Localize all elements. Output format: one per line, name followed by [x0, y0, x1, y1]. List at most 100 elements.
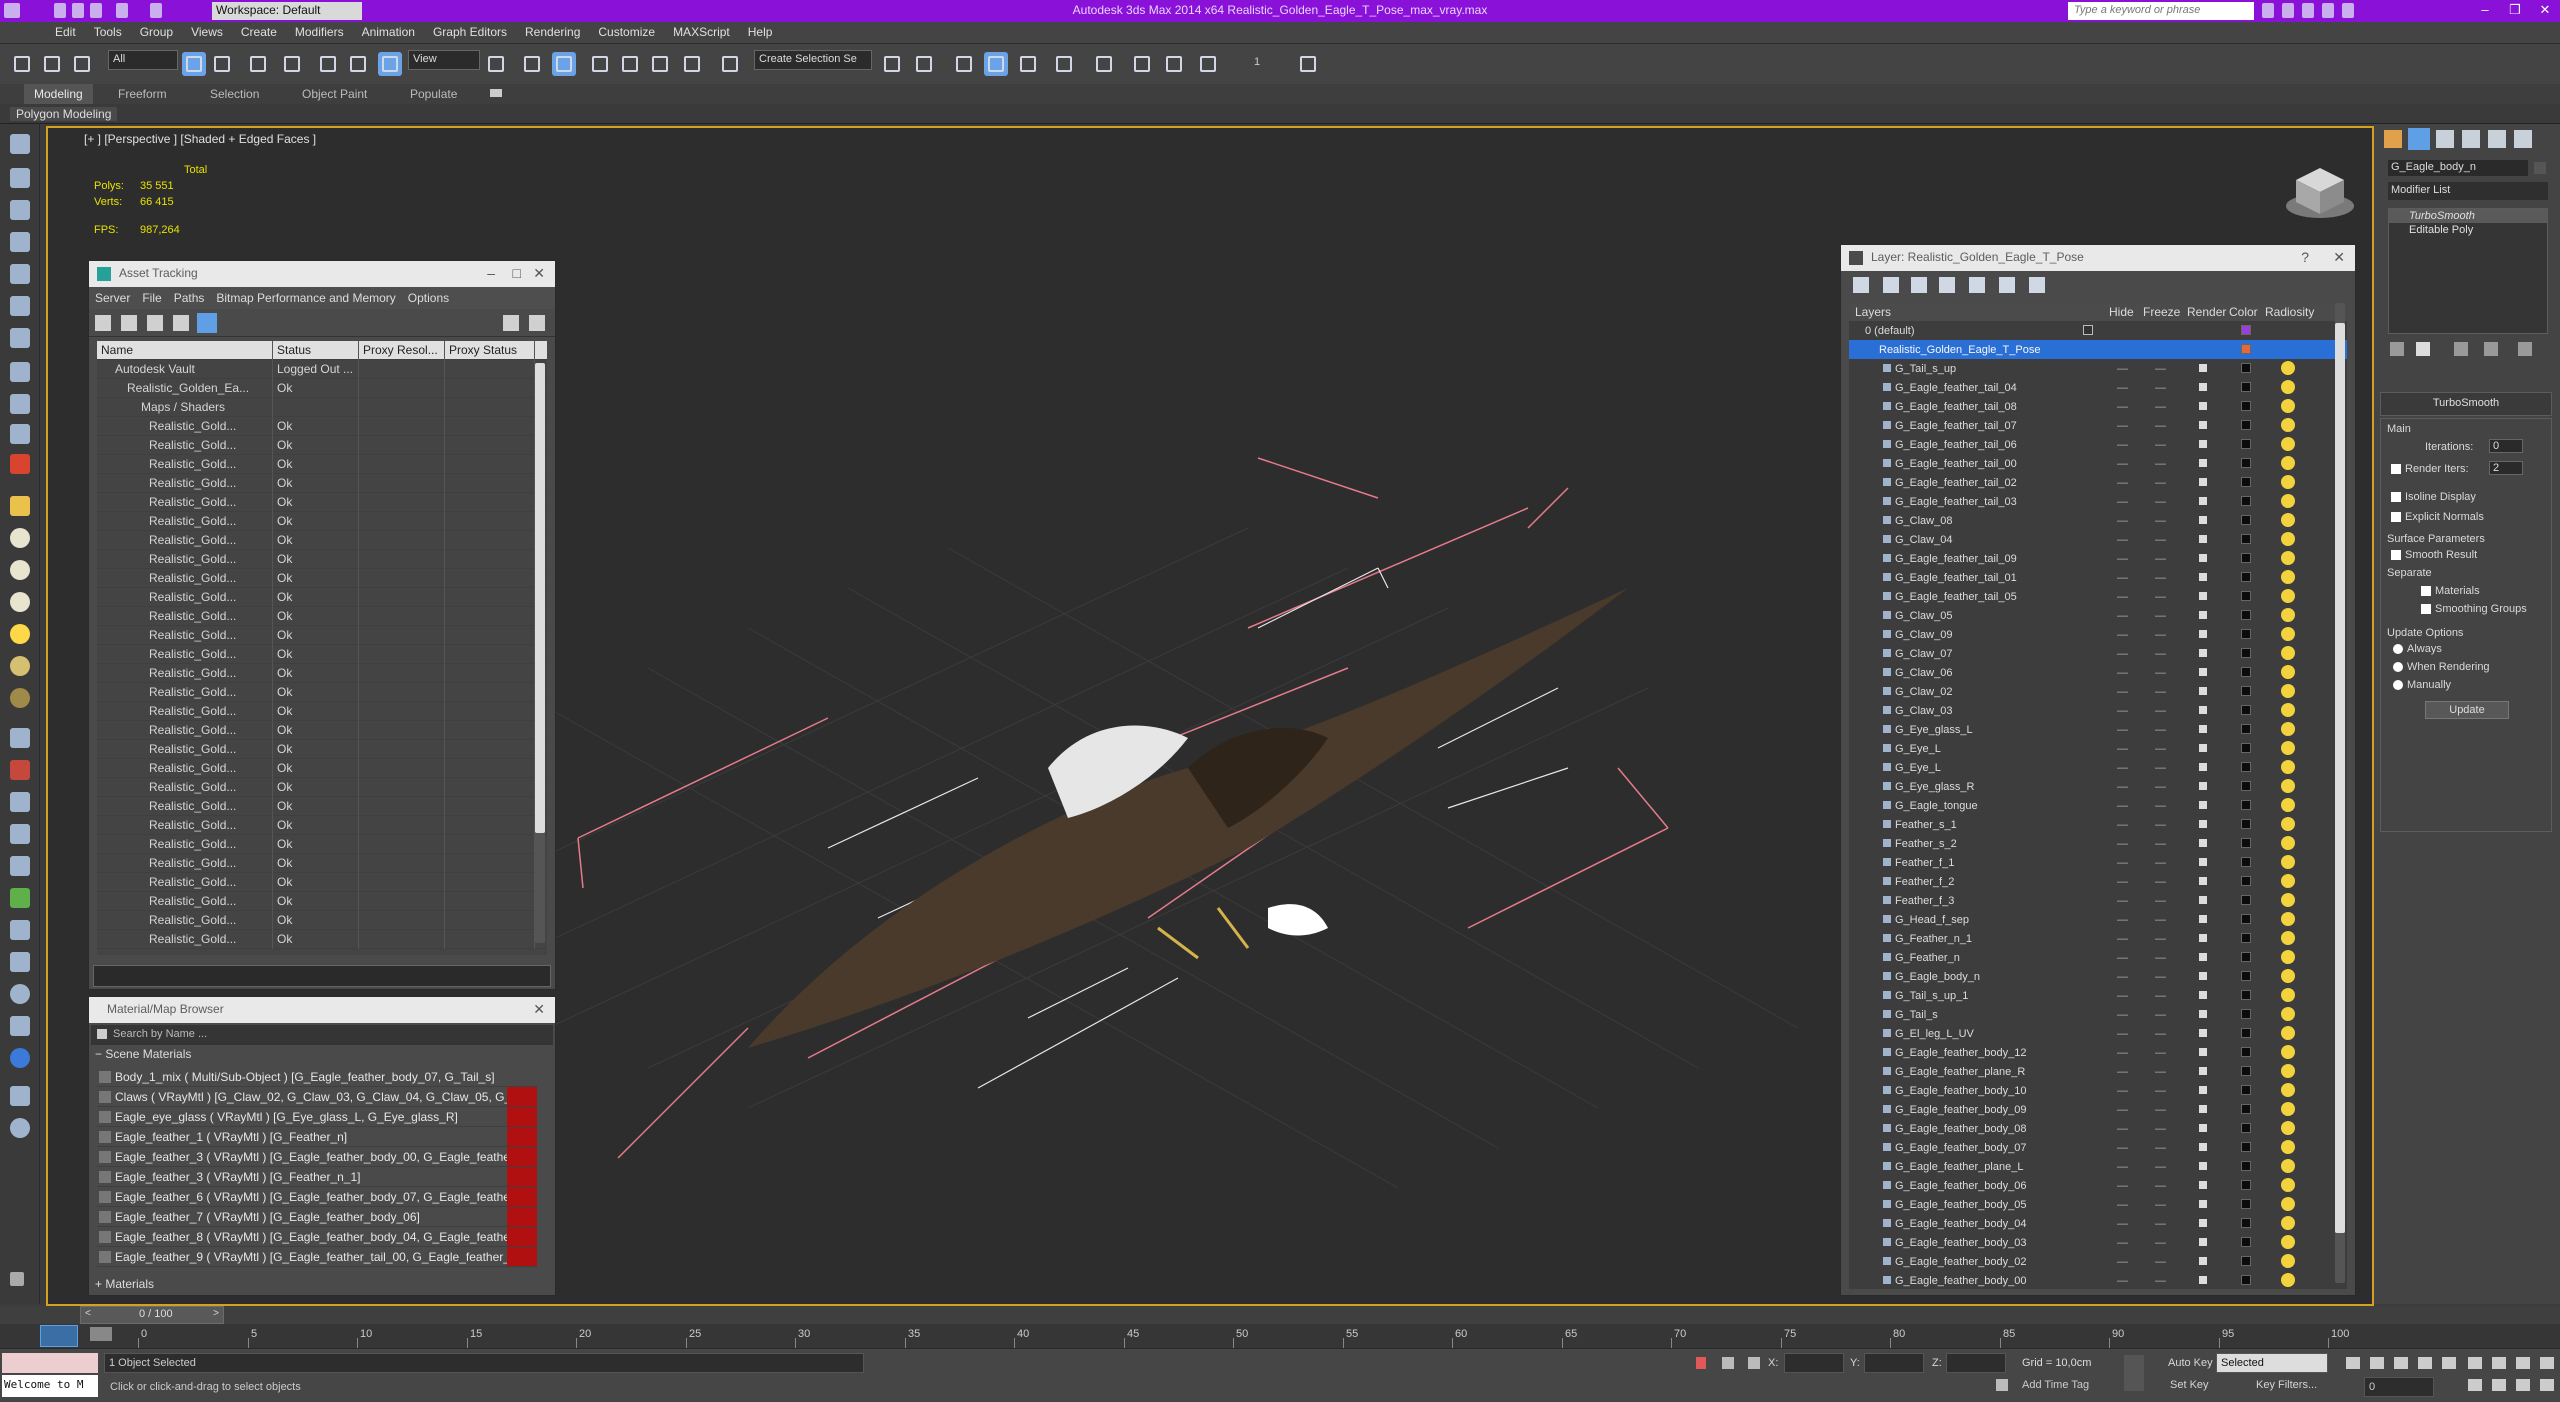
freeze-toggle[interactable]: — — [2155, 800, 2166, 812]
layer-object-row[interactable]: G_Tail_s_up_1 — — — [1849, 986, 2347, 1005]
layer-default[interactable]: 0 (default) — [1849, 321, 2347, 340]
hide-toggle[interactable]: — — [2117, 762, 2128, 774]
freeze-toggle[interactable]: — — [2155, 496, 2166, 508]
layer-color-swatch[interactable] — [2241, 344, 2251, 354]
asset-row[interactable]: Realistic_Gold... Ok — [97, 929, 547, 949]
asset-row[interactable]: Realistic_Gold... Ok — [97, 606, 547, 626]
freeze-toggle[interactable]: — — [2155, 629, 2166, 641]
render-toggle-icon[interactable] — [2199, 744, 2207, 752]
column-status[interactable]: Status — [273, 341, 359, 360]
asset-tracking-header[interactable]: Asset Tracking – □ ✕ — [89, 261, 555, 287]
maximize-icon[interactable]: □ — [513, 265, 521, 281]
hide-toggle[interactable]: — — [2117, 857, 2128, 869]
render-toggle-icon[interactable] — [2199, 554, 2207, 562]
list-view-icon[interactable] — [121, 315, 137, 331]
details-view-icon[interactable] — [197, 313, 217, 333]
material-item[interactable]: Eagle_feather_7 ( VRayMtl ) [G_Eagle_fea… — [97, 1207, 537, 1227]
render-toggle-icon[interactable] — [2199, 478, 2207, 486]
radiosity-icon[interactable] — [2281, 1273, 2295, 1287]
asset-row[interactable]: Autodesk Vault Logged Out ... — [97, 359, 547, 379]
freeze-toggle[interactable]: — — [2155, 439, 2166, 451]
render-toggle-icon[interactable] — [2199, 1067, 2207, 1075]
radiosity-icon[interactable] — [2281, 1216, 2295, 1230]
freeze-toggle[interactable]: — — [2155, 667, 2166, 679]
box-icon[interactable] — [10, 496, 30, 516]
foliage-icon[interactable] — [10, 888, 30, 908]
radiosity-icon[interactable] — [2281, 1235, 2295, 1249]
object-color-swatch[interactable] — [2241, 667, 2251, 677]
go-to-start-icon[interactable] — [2346, 1357, 2360, 1369]
layer-object-row[interactable]: G_Claw_04 — — — [1849, 530, 2347, 549]
layer-object-row[interactable]: G_Claw_05 — — — [1849, 606, 2347, 625]
render-toggle-icon[interactable] — [2199, 687, 2207, 695]
menu-modifiers[interactable]: Modifiers — [286, 22, 353, 42]
hide-toggle[interactable]: — — [2117, 781, 2128, 793]
menu-views[interactable]: Views — [182, 22, 232, 42]
material-item[interactable]: Eagle_feather_3 ( VRayMtl ) [G_Eagle_fea… — [97, 1147, 537, 1167]
hide-toggle[interactable]: — — [2117, 1047, 2128, 1059]
render-iters-checkbox[interactable] — [2391, 464, 2401, 475]
remove-modifier-icon[interactable] — [2484, 342, 2498, 356]
asset-list-scroll-thumb[interactable] — [535, 363, 545, 833]
render-toggle-icon[interactable] — [2199, 934, 2207, 942]
radiosity-icon[interactable] — [2281, 1007, 2295, 1021]
render-setup-icon[interactable] — [1130, 52, 1154, 76]
hide-toggle[interactable]: — — [2117, 667, 2128, 679]
freeze-toggle[interactable]: — — [2155, 363, 2166, 375]
render-toggle-icon[interactable] — [2199, 592, 2207, 600]
freeze-toggle[interactable]: — — [2155, 724, 2166, 736]
radiosity-icon[interactable] — [2281, 779, 2295, 793]
render-toggle-icon[interactable] — [2199, 1086, 2207, 1094]
radiosity-icon[interactable] — [2281, 1026, 2295, 1040]
render-toggle-icon[interactable] — [2199, 1200, 2207, 1208]
object-color-swatch[interactable] — [2241, 914, 2251, 924]
layer-object-row[interactable]: G_Eagle_feather_tail_05 — — — [1849, 587, 2347, 606]
freeze-toggle[interactable]: — — [2155, 1123, 2166, 1135]
schematic-view-icon[interactable] — [1052, 52, 1076, 76]
angle-snap-icon[interactable] — [618, 52, 642, 76]
open-container-icon[interactable] — [10, 168, 30, 188]
previous-frame-icon[interactable] — [2370, 1357, 2384, 1369]
render-toggle-icon[interactable] — [2199, 915, 2207, 923]
freeze-toggle[interactable]: — — [2155, 838, 2166, 850]
hide-toggle[interactable]: — — [2117, 1123, 2128, 1135]
render-toggle-icon[interactable] — [2199, 1048, 2207, 1056]
freeze-toggle[interactable]: — — [2155, 990, 2166, 1002]
object-color-swatch[interactable] — [2241, 819, 2251, 829]
tab-populate[interactable]: Populate — [410, 87, 457, 101]
material-editor-icon[interactable] — [1092, 52, 1116, 76]
layer-object-row[interactable]: Feather_f_3 — — — [1849, 891, 2347, 910]
asset-row[interactable]: Realistic_Gold... Ok — [97, 416, 547, 436]
select-objects-icon[interactable] — [1939, 277, 1955, 293]
stack-turbosmooth[interactable]: TurboSmooth — [2389, 209, 2547, 223]
object-color-swatch[interactable] — [2241, 1123, 2251, 1133]
layer-object-row[interactable]: G_Claw_02 — — — [1849, 682, 2347, 701]
column-proxy-resolution[interactable]: Proxy Resol... — [359, 341, 445, 360]
layer-object-row[interactable]: G_Eye_glass_L — — — [1849, 720, 2347, 739]
bind-space-warp-icon[interactable] — [70, 52, 94, 76]
freeze-toggle[interactable]: — — [2155, 382, 2166, 394]
freeze-toggle[interactable]: — — [2155, 1256, 2166, 1268]
layer-object-row[interactable]: Feather_s_2 — — — [1849, 834, 2347, 853]
render-toggle-icon[interactable] — [2199, 459, 2207, 467]
freeze-toggle[interactable]: — — [2155, 591, 2166, 603]
material-item[interactable]: Body_1_mix ( Multi/Sub-Object ) [G_Eagle… — [97, 1067, 537, 1087]
display-tab-icon[interactable] — [2488, 130, 2506, 148]
radiosity-icon[interactable] — [2281, 551, 2295, 565]
omni-light-icon[interactable] — [10, 656, 30, 676]
freeze-toggle[interactable]: — — [2155, 458, 2166, 470]
hide-toggle[interactable]: — — [2117, 534, 2128, 546]
layer-object-row[interactable]: G_Head_f_sep — — — [1849, 910, 2347, 929]
explode-container-icon[interactable] — [10, 328, 30, 348]
hide-toggle[interactable]: — — [2117, 553, 2128, 565]
hide-toggle[interactable]: — — [2117, 1275, 2128, 1287]
play-icon[interactable] — [2394, 1357, 2408, 1369]
render-toggle-icon[interactable] — [2199, 1029, 2207, 1037]
space-warps-icon[interactable] — [10, 824, 30, 844]
lock-container-icon[interactable] — [10, 264, 30, 284]
radiosity-icon[interactable] — [2281, 399, 2295, 413]
menu-options[interactable]: Options — [402, 287, 455, 309]
pin-stack-icon[interactable] — [2390, 342, 2404, 356]
object-color-swatch[interactable] — [2241, 857, 2251, 867]
object-color-swatch[interactable] — [2241, 572, 2251, 582]
